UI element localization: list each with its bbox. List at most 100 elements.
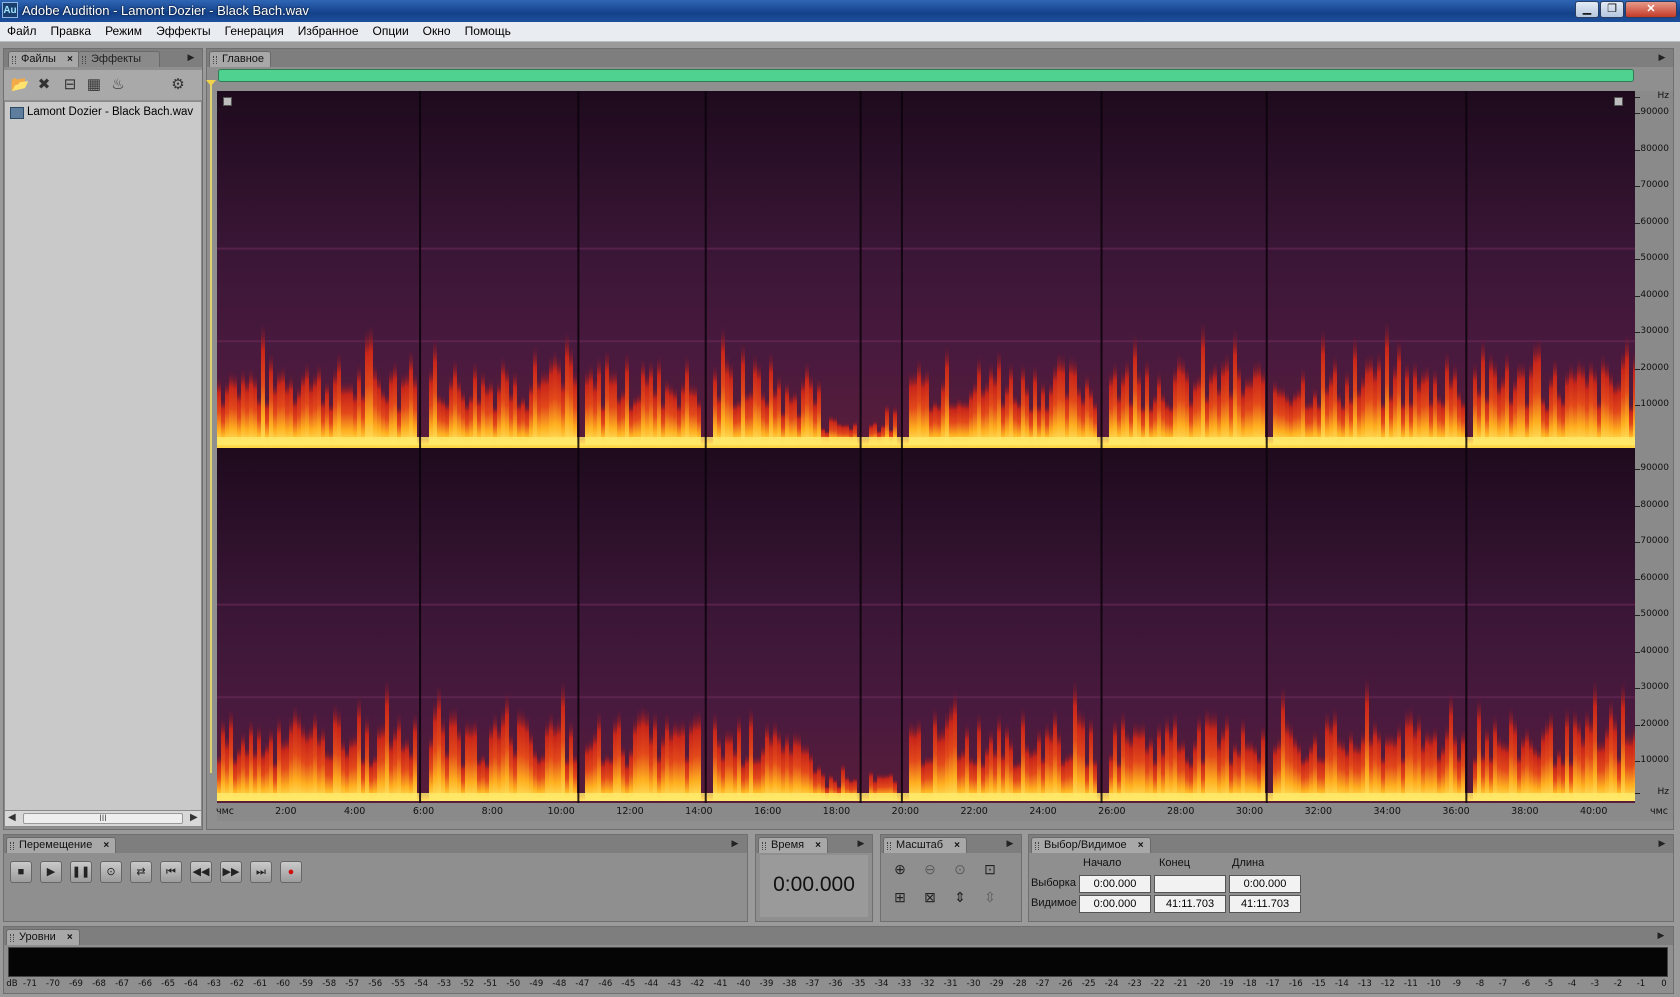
panel-menu-icon[interactable]: ▶ (1001, 837, 1019, 851)
menu-item-5[interactable]: Избранное (291, 22, 366, 38)
selection-length-field[interactable]: 0:00.000 (1229, 875, 1301, 893)
maximize-button[interactable]: ❐ (1600, 1, 1624, 18)
open-file-icon[interactable]: 📂 (10, 76, 30, 94)
scroll-right-icon[interactable]: ▶ (190, 812, 198, 823)
menu-item-2[interactable]: Режим (98, 22, 149, 38)
close-tab-icon[interactable]: × (954, 840, 960, 851)
menu-item-0[interactable]: Файл (0, 22, 44, 38)
rewind-button[interactable]: ◀◀ (190, 861, 212, 883)
close-tab-icon[interactable]: × (1138, 840, 1144, 851)
time-ruler[interactable]: чмс 2:00 4:00 6:00 8:00 10:00 12:00 14:00 16:00 1… (216, 803, 1673, 821)
menu-item-8[interactable]: Помощь (458, 22, 518, 38)
selection-start-field[interactable]: 0:00.000 (1079, 875, 1151, 893)
spectral-view[interactable] (217, 91, 1635, 803)
spectrogram-canvas[interactable] (217, 91, 1635, 803)
energy-column (1549, 710, 1553, 801)
record-button[interactable]: ● (280, 861, 302, 883)
energy-column (233, 372, 237, 445)
loop-button[interactable]: ⇄ (130, 861, 152, 883)
tab-effects[interactable]: Эффекты (78, 51, 160, 67)
menu-item-3[interactable]: Эффекты (149, 22, 218, 38)
drag-grip-icon[interactable] (213, 56, 217, 64)
energy-column (1541, 726, 1545, 801)
play-to-end-button[interactable]: ⊙ (100, 861, 122, 883)
zoom-in-vertical-icon[interactable]: ⇕ (949, 887, 971, 907)
tab-time[interactable]: Время × (758, 837, 828, 853)
selection-end-field[interactable] (1154, 875, 1226, 893)
drag-grip-icon[interactable] (1035, 842, 1039, 850)
scroll-thumb[interactable]: III (23, 813, 183, 824)
zoom-to-selection-icon[interactable]: ⊡ (979, 859, 1001, 879)
zoom-out-vertical-icon[interactable]: ⇳ (979, 887, 1001, 907)
zoom-in-horizontal-icon[interactable]: ⊕ (889, 859, 911, 879)
audition-app-icon: Au (2, 2, 18, 18)
panel-menu-icon[interactable]: ▶ (182, 51, 200, 65)
zoom-to-left-edge-icon[interactable]: ⊞ (889, 887, 911, 907)
zoom-corner-right-icon[interactable] (1614, 97, 1623, 106)
time-label: 10:00 (547, 806, 575, 817)
drag-grip-icon[interactable] (887, 842, 891, 850)
tab-selection-view[interactable]: Выбор/Видимое × (1031, 837, 1151, 853)
playhead-line[interactable] (210, 85, 212, 773)
close-file-icon[interactable]: ✖ (34, 76, 54, 94)
track-gap-line (1100, 91, 1103, 803)
play-button[interactable]: ▶ (40, 861, 62, 883)
scroll-left-icon[interactable]: ◀ (8, 812, 16, 823)
tab-levels[interactable]: Уровни × (6, 929, 80, 945)
zoom-out-full-icon[interactable]: ⊙ (949, 859, 971, 879)
drag-grip-icon[interactable] (10, 842, 14, 850)
panel-menu-icon[interactable]: ▶ (852, 837, 870, 851)
tab-zoom[interactable]: Масштаб × (883, 837, 967, 853)
freq-unit-label-bottom: Hz (1657, 787, 1670, 797)
tab-transport[interactable]: Перемещение × (6, 837, 117, 853)
panel-menu-icon[interactable]: ▶ (1653, 51, 1671, 65)
go-to-start-button[interactable]: ⏮ (160, 861, 182, 883)
pause-button[interactable]: ❚❚ (70, 861, 92, 883)
menu-item-6[interactable]: Опции (366, 22, 416, 38)
tab-files[interactable]: Файлы × (8, 51, 80, 67)
energy-column (345, 747, 349, 801)
minimize-button[interactable]: ▁ (1575, 1, 1599, 18)
db-label: -22 (1150, 979, 1165, 989)
insert-cd-icon[interactable]: ▦ (84, 76, 104, 94)
autoplay-icon[interactable]: ⚙ (168, 76, 188, 94)
edit-file-icon[interactable]: ♨ (108, 76, 128, 94)
view-end-field[interactable]: 41:11.703 (1154, 895, 1226, 913)
drag-grip-icon[interactable] (10, 934, 14, 942)
energy-column (621, 744, 625, 801)
zoom-corner-left-icon[interactable] (223, 97, 232, 106)
menu-item-4[interactable]: Генерация (218, 22, 291, 38)
drag-grip-icon[interactable] (762, 842, 766, 850)
energy-column (465, 718, 469, 801)
zoom-out-horizontal-icon[interactable]: ⊖ (919, 859, 941, 879)
close-tab-icon[interactable]: × (67, 932, 73, 943)
fast-forward-button[interactable]: ▶▶ (220, 861, 242, 883)
panel-menu-icon[interactable]: ▶ (1653, 837, 1671, 851)
energy-column (1557, 388, 1561, 445)
file-list-item[interactable]: Lamont Dozier - Black Bach.wav (27, 106, 193, 118)
drag-grip-icon[interactable] (12, 56, 16, 64)
overview-bar[interactable] (218, 69, 1634, 82)
files-horizontal-scrollbar[interactable]: ◀ III ▶ (4, 810, 202, 827)
energy-column (489, 378, 493, 445)
tab-main[interactable]: Главное (209, 51, 272, 67)
menu-item-7[interactable]: Окно (416, 22, 458, 38)
frequency-ruler[interactable]: Hz 90000 80000 70000 60000 50000 40000 30000 200… (1635, 91, 1673, 803)
panel-menu-icon[interactable]: ▶ (726, 837, 744, 851)
tab-transport-label: Перемещение (19, 839, 93, 851)
panel-menu-icon[interactable]: ▶ (1652, 929, 1670, 943)
view-start-field[interactable]: 0:00.000 (1079, 895, 1151, 913)
go-to-end-button[interactable]: ⏭ (250, 861, 272, 883)
close-tab-icon[interactable]: × (103, 840, 109, 851)
close-window-button[interactable]: ✕ (1625, 1, 1677, 18)
menu-item-1[interactable]: Правка (44, 22, 99, 38)
energy-column (1125, 358, 1129, 445)
insert-multitrack-icon[interactable]: ⊟ (60, 76, 80, 94)
playhead-top-marker-icon[interactable] (206, 80, 216, 86)
stop-button[interactable]: ■ (10, 861, 32, 883)
close-tab-icon[interactable]: × (67, 54, 73, 65)
close-tab-icon[interactable]: × (815, 840, 821, 851)
drag-grip-icon[interactable] (82, 56, 86, 64)
zoom-to-right-edge-icon[interactable]: ⊠ (919, 887, 941, 907)
view-length-field[interactable]: 41:11.703 (1229, 895, 1301, 913)
